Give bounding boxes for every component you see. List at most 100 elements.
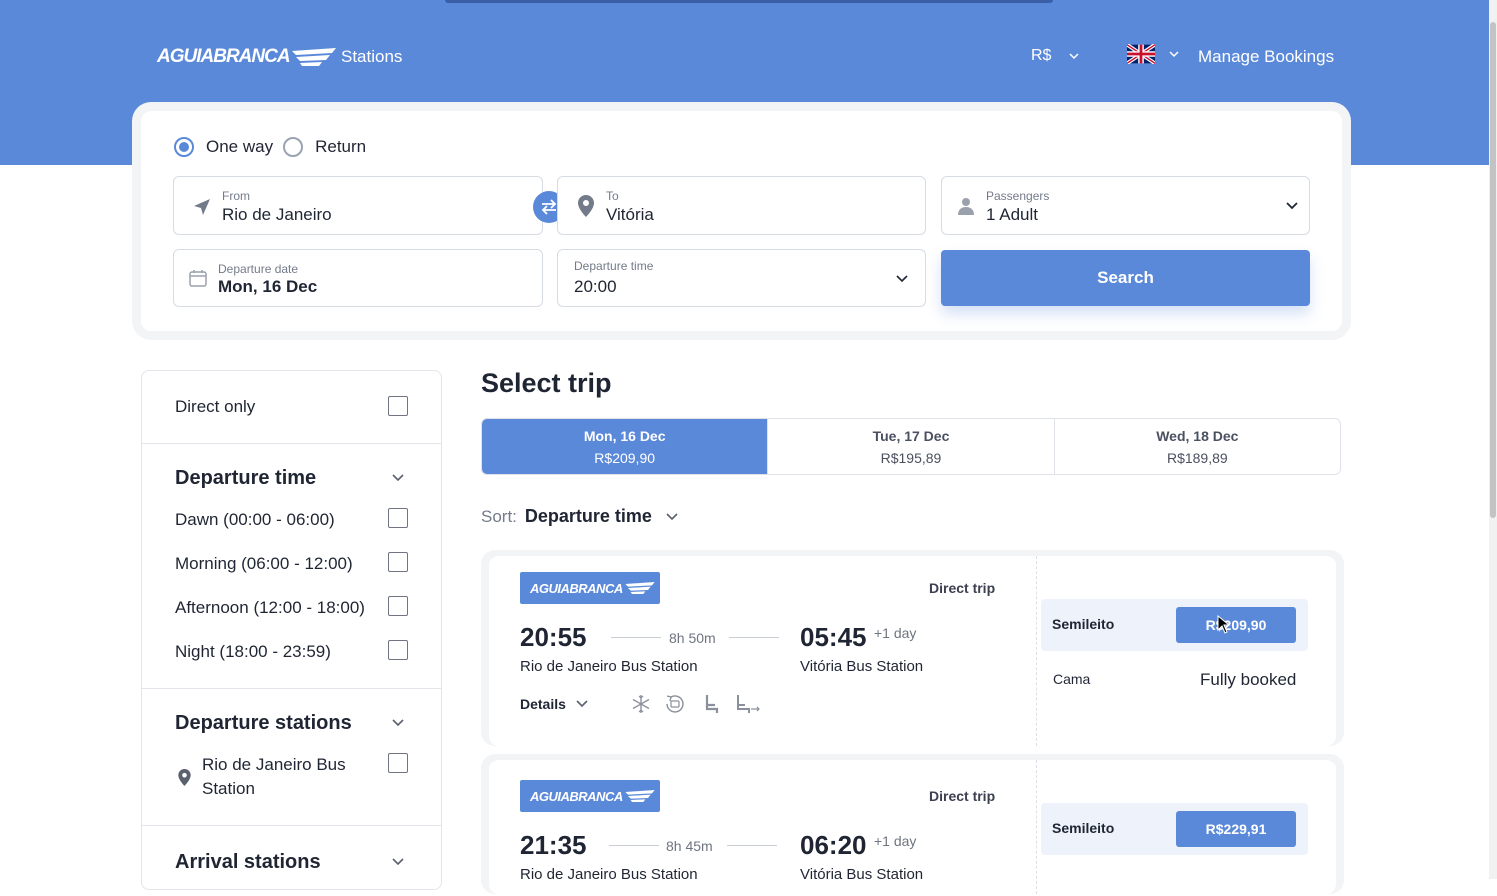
mouse-cursor-icon [1217,615,1231,634]
departure-stations-filter: Departure stations Rio de Janeiro Bus St… [142,689,441,826]
passengers-field[interactable]: Passengers 1 Adult [941,176,1310,235]
swap-arrows-icon [541,199,557,215]
person-icon [958,198,974,215]
trip-type-label: Direct trip [929,580,996,596]
trip-type-selector: One way Return [174,137,366,157]
arrival-stations-filter: Arrival stations [142,826,441,896]
from-value: Rio de Janeiro [222,205,332,224]
reclining-seat-icon [705,695,719,713]
fare-option[interactable]: Semileito R$209,90 [1041,599,1308,651]
entertainment-icon [666,695,684,713]
plus-day-badge: +1 day [874,625,917,641]
date-tab-wed-18[interactable]: Wed, 18 Dec R$189,89 [1055,419,1340,474]
operator-name: AGUIABRANCA [530,580,623,596]
date-tab-date: Mon, 16 Dec [583,427,666,444]
departure-date-label: Departure date [218,262,299,276]
one-way-label[interactable]: One way [206,137,273,157]
return-label[interactable]: Return [315,137,366,157]
passengers-label: Passengers [986,189,1050,203]
departure-time-filter: Departure time Dawn (00:00 - 06:00) Morn… [142,444,441,689]
chevron-down-icon[interactable] [392,856,404,868]
date-tab-mon-16[interactable]: Mon, 16 Dec R$209,90 [482,419,769,474]
filter-option-label: Afternoon (12:00 - 18:00) [175,598,365,617]
chevron-down-icon [1169,51,1179,58]
departure-time: 20:55 [520,622,587,652]
divider [1036,760,1037,894]
trip-card-body: AGUIABRANCA Direct trip 20:55 8h 50m 05:… [489,556,1336,746]
sleeper-seat-icon [737,695,760,713]
arrival-stations-filter-title: Arrival stations [175,851,321,873]
arrival-time: 05:45 [800,622,867,652]
duration-line [727,845,777,846]
morning-checkbox[interactable] [388,552,408,572]
chevron-down-icon [1286,202,1298,210]
language-selector[interactable] [1127,44,1179,64]
chevron-down-icon [896,275,908,283]
duration-line [609,845,659,846]
location-pin-icon [178,769,191,786]
chevron-down-icon[interactable] [392,717,404,729]
filter-option-label: Dawn (00:00 - 06:00) [175,510,335,529]
fare-option[interactable]: Semileito R$229,91 [1041,803,1308,855]
date-tab-date: Tue, 17 Dec [872,427,950,444]
from-label: From [222,189,250,203]
operator-logo: AGUIABRANCA [520,780,660,812]
to-field[interactable]: To Vitória [557,176,926,235]
nav-stations-link[interactable]: Stations [341,47,402,67]
filter-option-label: Rio de Janeiro Bus Station [202,755,346,798]
direct-only-filter: Direct only [142,371,441,444]
departure-time-label: Departure time [574,259,654,273]
trip-card: AGUIABRANCA Direct trip 21:35 8h 45m 06:… [481,754,1344,894]
brand-logo[interactable]: AGUIABRANCA [157,46,336,68]
details-toggle[interactable]: Details [520,696,588,712]
fare-price-button[interactable]: R$229,91 [1176,811,1296,847]
page-title: Select trip [481,368,612,398]
departure-stations-filter-title: Departure stations [175,712,352,734]
departure-time: 21:35 [520,830,587,860]
loading-bar [445,0,1053,3]
departure-date-value: Mon, 16 Dec [218,277,318,296]
manage-bookings-link[interactable]: Manage Bookings [1198,47,1334,67]
divider [1036,556,1037,746]
logo-wing-icon [625,582,655,594]
fare-price-button[interactable]: R$209,90 [1176,607,1296,643]
currency-selector[interactable]: R$ [1031,47,1079,65]
from-field[interactable]: From Rio de Janeiro [173,176,543,235]
chevron-down-icon[interactable] [392,472,404,484]
navigation-arrow-icon [194,199,210,215]
departure-time-field[interactable]: Departure time 20:00 [557,249,926,307]
air-conditioning-icon [632,695,650,713]
calendar-icon [189,270,207,287]
date-tab-tue-17[interactable]: Tue, 17 Dec R$195,89 [768,419,1055,474]
scrollbar-thumb[interactable] [1490,22,1496,518]
duration-line [611,637,661,638]
one-way-radio[interactable] [174,137,194,157]
departure-date-field[interactable]: Departure date Mon, 16 Dec [173,249,543,307]
details-label: Details [520,696,566,712]
dawn-checkbox[interactable] [388,508,408,528]
fare-class: Cama [1053,671,1091,687]
direct-only-checkbox[interactable] [388,396,408,416]
chevron-down-icon [1069,53,1079,60]
operator-name: AGUIABRANCA [530,788,623,804]
sort-selector[interactable]: Sort: Departure time [481,506,678,527]
operator-logo: AGUIABRANCA [520,572,660,604]
to-value: Vitória [606,205,654,224]
departure-station: Rio de Janeiro Bus Station [520,866,698,883]
departure-station-checkbox[interactable] [388,753,408,773]
arrival-station: Vitória Bus Station [800,658,924,675]
departure-time-filter-title: Departure time [175,467,317,489]
date-tab-price: R$195,89 [880,449,942,466]
filter-option-label: Night (18:00 - 23:59) [175,642,331,661]
fully-booked-label: Fully booked [1200,670,1297,689]
return-radio[interactable] [283,137,304,157]
afternoon-checkbox[interactable] [388,596,408,616]
search-button[interactable]: Search [941,250,1310,306]
night-checkbox[interactable] [388,640,408,660]
trip-type-label: Direct trip [929,788,996,804]
sort-value: Departure time [524,506,652,526]
logo-wing-icon [625,790,655,802]
logo-text: AGUIABRANCA [157,46,291,67]
date-tabs: Mon, 16 Dec R$209,90 Tue, 17 Dec R$195,8… [481,418,1341,475]
trip-duration: 8h 45m [666,838,713,854]
